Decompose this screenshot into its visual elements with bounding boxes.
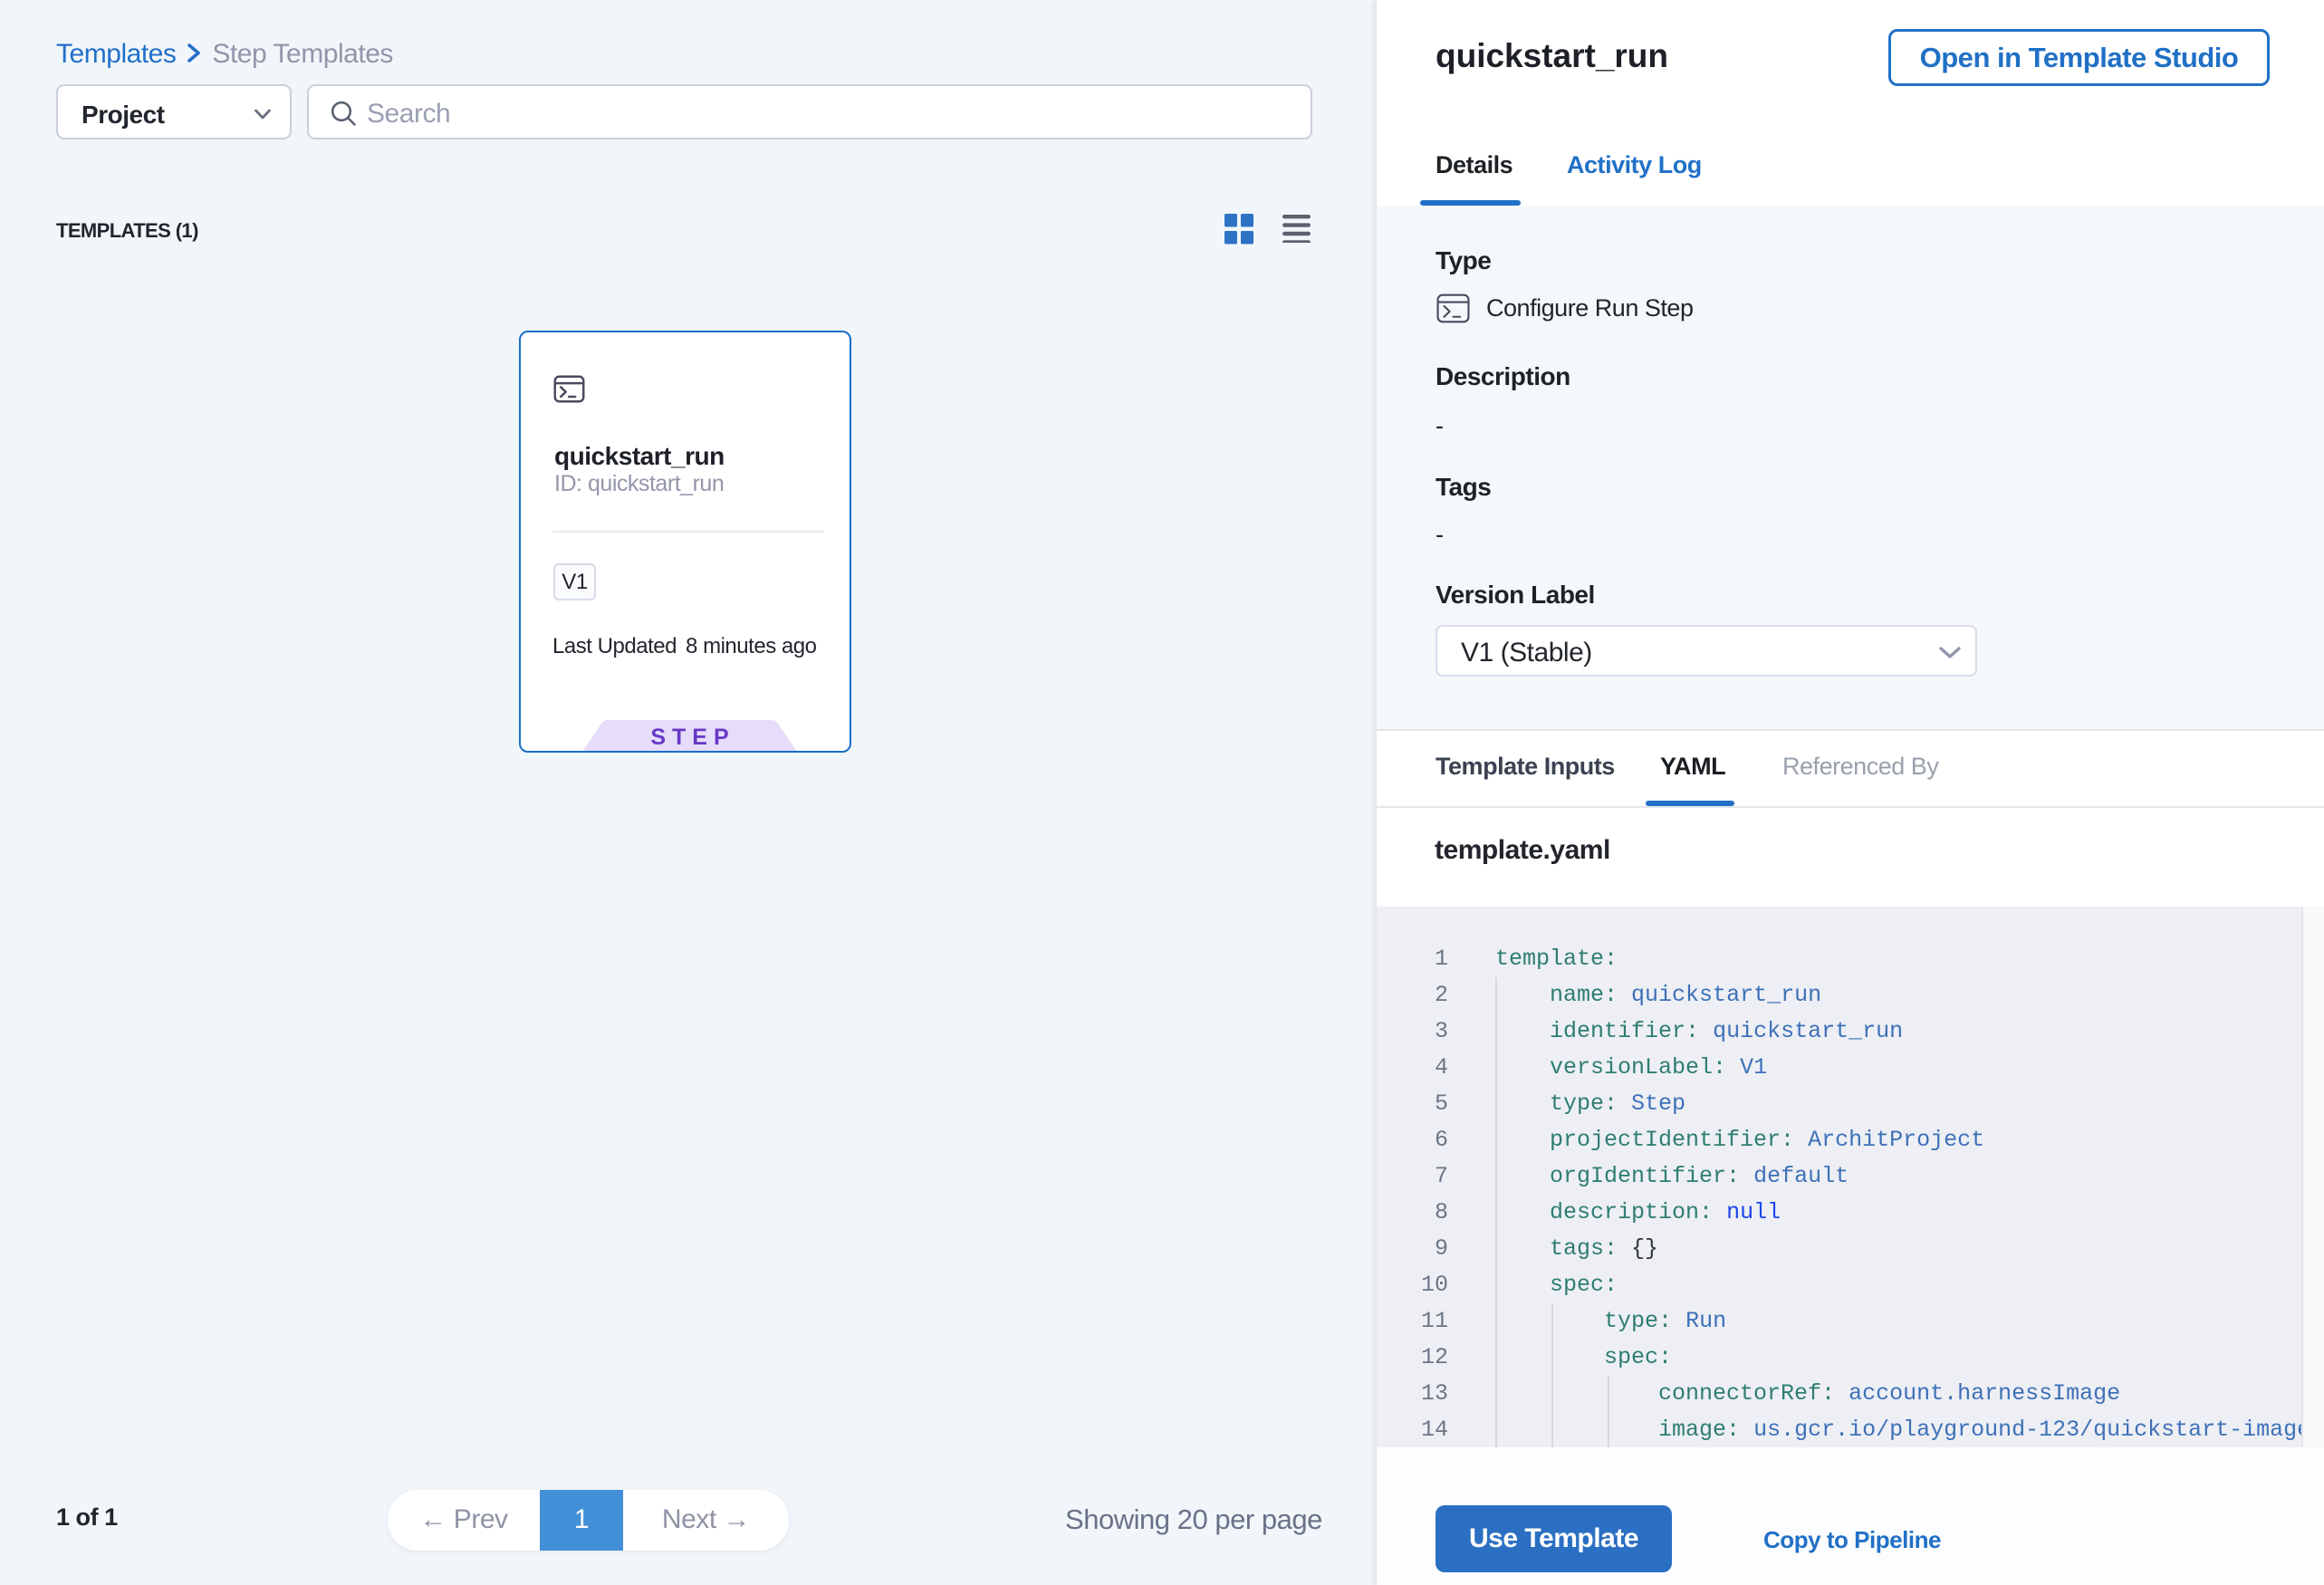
svg-text:STEP: STEP: [650, 725, 735, 750]
